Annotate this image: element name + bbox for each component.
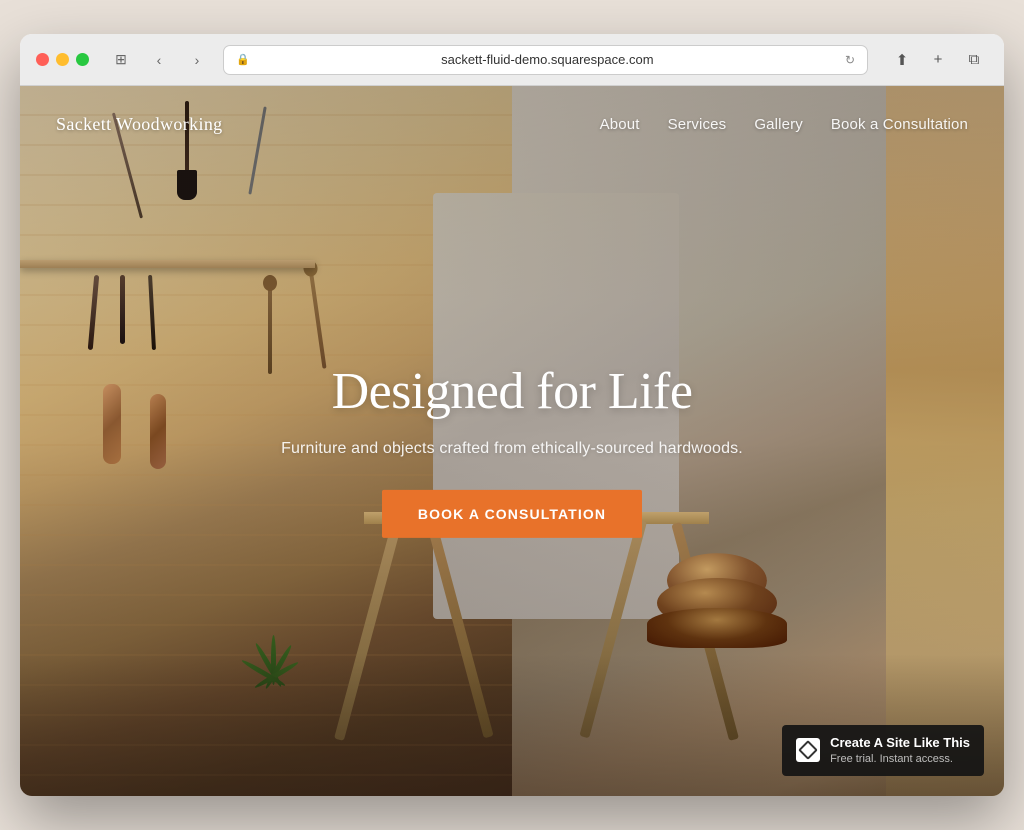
browser-window: ⊞ ‹ › 🔒 sackett-fluid-demo.squarespace.c… <box>20 34 1004 796</box>
hero-cta-button[interactable]: Book a Consultation <box>382 490 642 538</box>
share-button[interactable]: ⬆ <box>888 46 916 74</box>
hero-title: Designed for Life <box>212 362 812 422</box>
browser-chrome: ⊞ ‹ › 🔒 sackett-fluid-demo.squarespace.c… <box>20 34 1004 86</box>
reload-icon[interactable]: ↻ <box>845 53 855 67</box>
hero-subtitle: Furniture and objects crafted from ethic… <box>212 440 812 458</box>
hero-content: Designed for Life Furniture and objects … <box>212 362 812 538</box>
url-text: sackett-fluid-demo.squarespace.com <box>256 52 839 67</box>
traffic-lights <box>36 53 89 66</box>
sidebar-toggle-button[interactable]: ⊞ <box>107 46 135 74</box>
badge-text: Create A Site Like This Free trial. Inst… <box>830 735 970 766</box>
tabs-button[interactable]: ⧉ <box>960 46 988 74</box>
back-button[interactable]: ‹ <box>145 46 173 74</box>
browser-controls: ⊞ ‹ › <box>107 46 211 74</box>
fullscreen-button[interactable] <box>76 53 89 66</box>
close-button[interactable] <box>36 53 49 66</box>
badge-subtitle: Free trial. Instant access. <box>830 752 970 766</box>
squarespace-logo-icon <box>796 738 820 762</box>
nav-about[interactable]: About <box>600 116 640 133</box>
badge-title: Create A Site Like This <box>830 735 970 752</box>
forward-button[interactable]: › <box>183 46 211 74</box>
browser-actions: ⬆ + ⧉ <box>888 46 988 74</box>
squarespace-logo-shape <box>798 741 818 761</box>
hero-section: Sackett Woodworking About Services Galle… <box>20 86 1004 796</box>
navigation: Sackett Woodworking About Services Galle… <box>20 86 1004 163</box>
address-bar[interactable]: 🔒 sackett-fluid-demo.squarespace.com ↻ <box>223 45 868 75</box>
site-logo[interactable]: Sackett Woodworking <box>56 114 223 135</box>
squarespace-badge[interactable]: Create A Site Like This Free trial. Inst… <box>782 725 984 776</box>
website: Sackett Woodworking About Services Galle… <box>20 86 1004 796</box>
nav-links: About Services Gallery Book a Consultati… <box>600 116 968 133</box>
new-tab-button[interactable]: + <box>924 46 952 74</box>
nav-gallery[interactable]: Gallery <box>754 116 803 133</box>
nav-services[interactable]: Services <box>668 116 727 133</box>
minimize-button[interactable] <box>56 53 69 66</box>
nav-book-consultation[interactable]: Book a Consultation <box>831 116 968 133</box>
lock-icon: 🔒 <box>236 53 250 66</box>
